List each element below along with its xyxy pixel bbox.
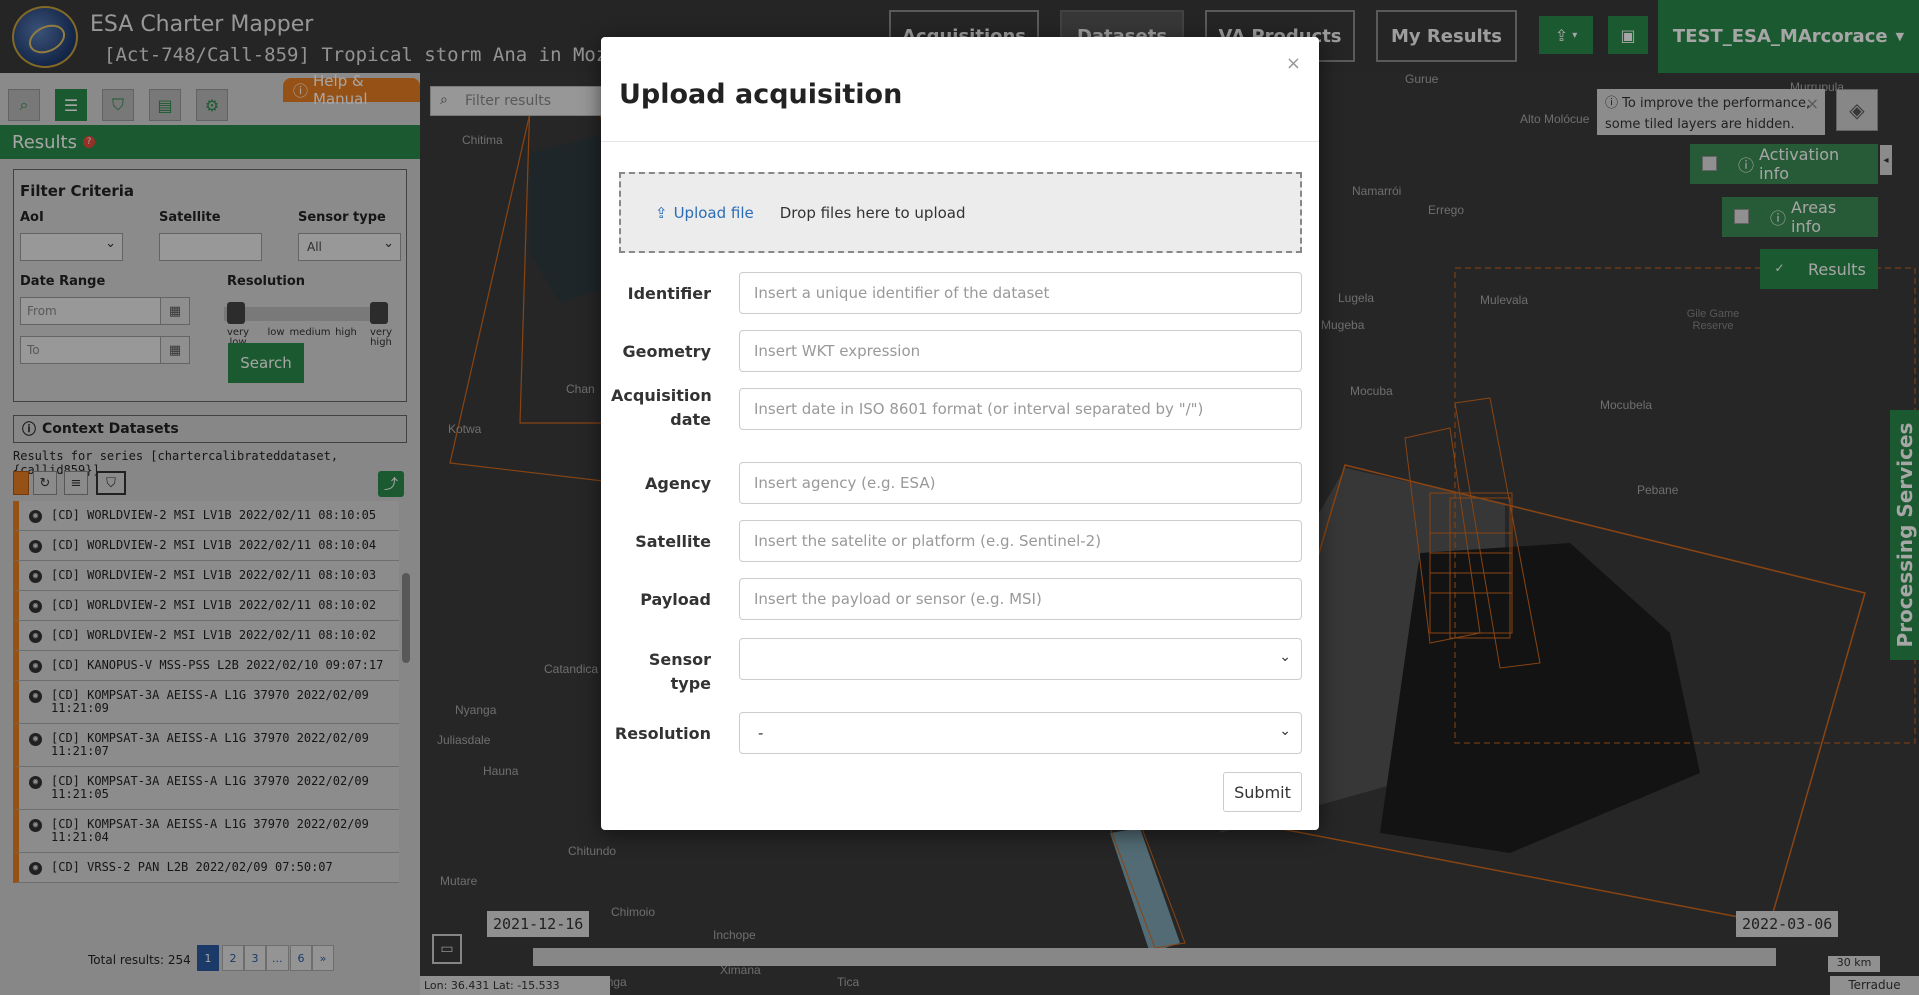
agency-placeholder: Insert agency (e.g. ESA) <box>754 474 936 492</box>
resolution-value: - <box>758 724 764 742</box>
upload-file-label: Upload file <box>673 203 754 222</box>
agency-input[interactable]: Insert agency (e.g. ESA) <box>739 462 1302 504</box>
geometry-input[interactable]: Insert WKT expression <box>739 330 1302 372</box>
upload-acquisition-modal: × Upload acquisition ⇪ Upload file Drop … <box>601 37 1319 830</box>
resolution-select[interactable]: - ⌄ <box>739 712 1302 754</box>
payload-placeholder: Insert the payload or sensor (e.g. MSI) <box>754 590 1042 608</box>
acquisition-date-placeholder: Insert date in ISO 8601 format (or inter… <box>754 400 1204 418</box>
sensor-type-label: Sensor type <box>648 650 711 693</box>
geometry-placeholder: Insert WKT expression <box>754 342 921 360</box>
satellite-input[interactable]: Insert the satelite or platform (e.g. Se… <box>739 520 1302 562</box>
acquisition-date-label: Acquisition date <box>611 386 712 429</box>
chevron-down-icon: ⌄ <box>1279 723 1291 739</box>
acquisition-date-input[interactable]: Insert date in ISO 8601 format (or inter… <box>739 388 1302 430</box>
chevron-down-icon: ⌄ <box>1279 649 1291 665</box>
upload-file-button[interactable]: ⇪ Upload file <box>655 204 754 222</box>
identifier-placeholder: Insert a unique identifier of the datase… <box>754 284 1050 302</box>
modal-title: Upload acquisition <box>619 79 903 110</box>
satellite-label: Satellite <box>635 532 711 551</box>
payload-label: Payload <box>640 590 711 609</box>
resolution-label: Resolution <box>614 724 711 743</box>
geometry-label: Geometry <box>622 342 711 361</box>
satellite-placeholder: Insert the satelite or platform (e.g. Se… <box>754 532 1102 550</box>
identifier-input[interactable]: Insert a unique identifier of the datase… <box>739 272 1302 314</box>
sensor-type-select[interactable]: ⌄ <box>739 638 1302 680</box>
modal-divider <box>601 141 1319 142</box>
agency-label: Agency <box>645 474 711 493</box>
file-dropzone[interactable]: ⇪ Upload file Drop files here to upload <box>619 172 1302 253</box>
drop-text: Drop files here to upload <box>779 203 966 222</box>
identifier-label: Identifier <box>627 284 711 303</box>
submit-button[interactable]: Submit <box>1223 772 1302 812</box>
upload-icon: ⇪ <box>655 203 668 222</box>
close-icon[interactable]: × <box>1286 53 1301 74</box>
payload-input[interactable]: Insert the payload or sensor (e.g. MSI) <box>739 578 1302 620</box>
